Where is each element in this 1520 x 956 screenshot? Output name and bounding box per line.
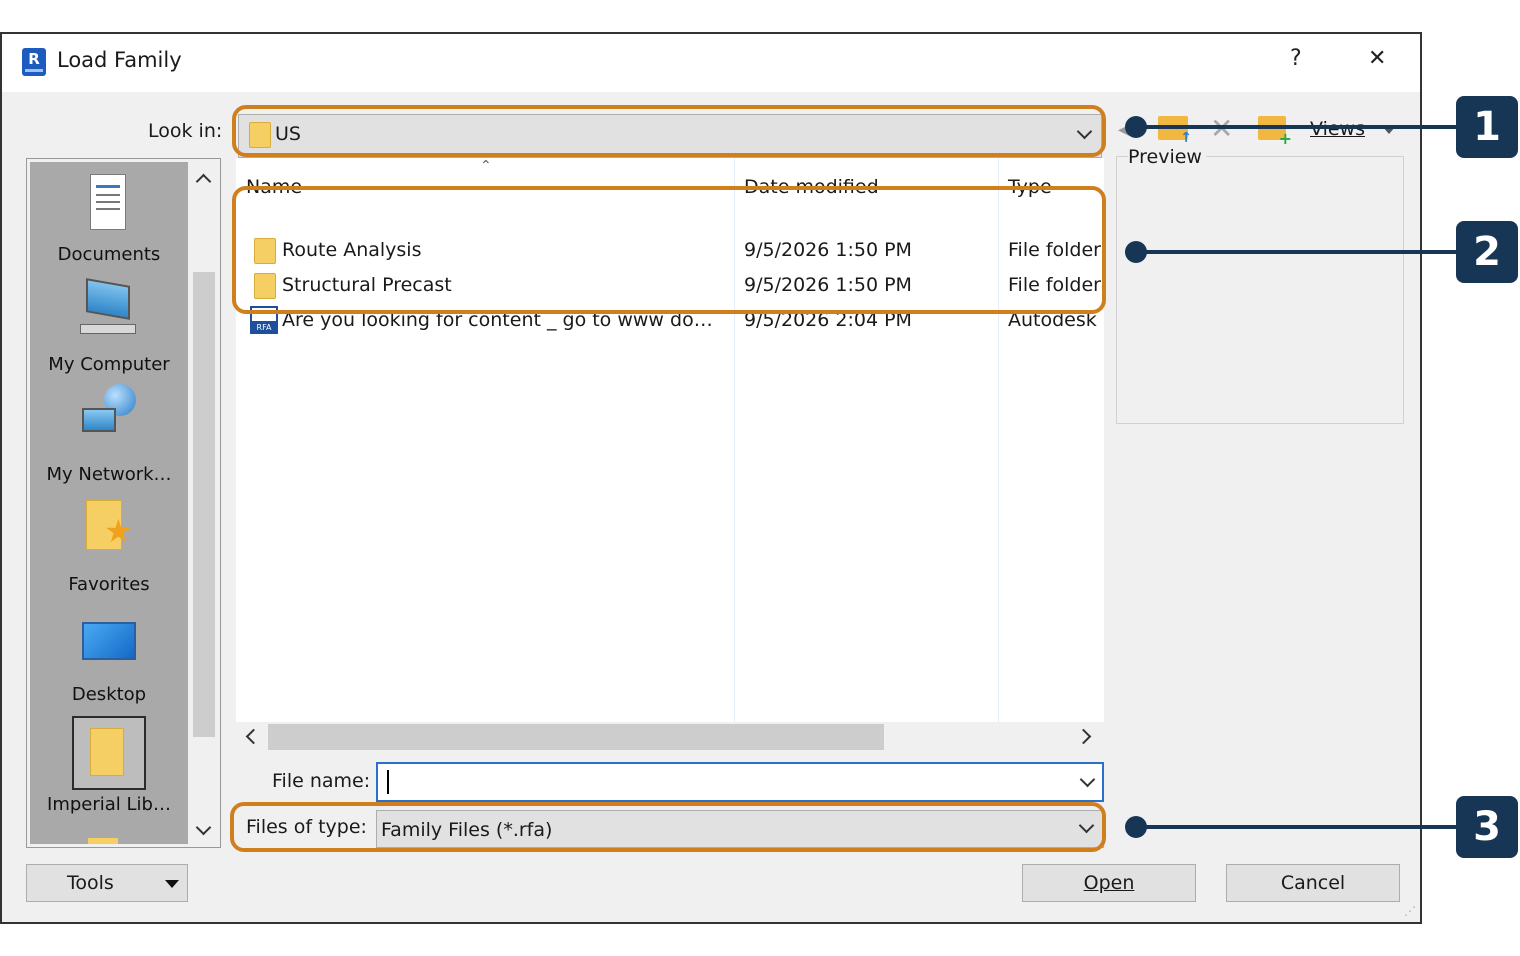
documents-icon — [90, 174, 126, 230]
preview-label: Preview — [1128, 146, 1206, 168]
keyboard-icon — [80, 324, 136, 334]
place-my-computer[interactable]: My Computer — [30, 272, 188, 382]
file-row[interactable]: Route Analysis 9/5/2026 1:50 PM File fol… — [236, 234, 1104, 268]
place-label: Desktop — [71, 684, 147, 705]
cancel-button[interactable]: Cancel — [1226, 864, 1400, 902]
places-scrollbar[interactable] — [189, 162, 217, 844]
views-menu[interactable]: Views — [1310, 118, 1365, 140]
chevron-down-icon[interactable] — [1076, 123, 1093, 140]
help-button[interactable]: ? — [1290, 46, 1302, 71]
callout-line — [1136, 250, 1456, 254]
callout-line — [1136, 825, 1456, 829]
callout-line — [1136, 125, 1456, 129]
resize-grip-icon[interactable]: ⋰ — [1404, 904, 1416, 918]
place-label: Documents — [57, 244, 161, 265]
file-type-cell: File folder — [1008, 274, 1101, 296]
scroll-left-icon[interactable] — [245, 728, 262, 745]
folder-icon — [254, 238, 276, 264]
folder-icon — [90, 728, 124, 776]
sort-indicator-icon: ⌃ — [480, 158, 492, 174]
file-date-cell: 9/5/2026 1:50 PM — [744, 239, 912, 261]
open-button[interactable]: Open — [1022, 864, 1196, 902]
file-name-cell: Structural Precast — [282, 274, 452, 296]
dropdown-arrow-icon — [165, 880, 179, 888]
window-title: Load Family — [57, 48, 182, 72]
place-favorites[interactable]: ★ Favorites — [30, 492, 188, 602]
places-sidebar: Documents My Computer My Network… ★ Favo… — [26, 158, 221, 848]
place-label: My Network… — [46, 464, 172, 485]
title-bar: R Load Family ? ✕ — [2, 34, 1420, 92]
file-type-cell: Autodesk — [1008, 309, 1097, 331]
file-type-cell: File folder — [1008, 239, 1101, 261]
file-type-dropdown[interactable]: Family Files (*.rfa) — [376, 810, 1104, 848]
file-name-cell: Are you looking for content _ go to www … — [282, 309, 713, 331]
look-in-label: Look in: — [148, 120, 223, 142]
file-name-cell: Route Analysis — [282, 239, 422, 261]
file-name-label: File name: — [272, 770, 371, 792]
file-date-cell: 9/5/2026 2:04 PM — [744, 309, 912, 331]
network-monitor-icon — [82, 408, 116, 432]
scroll-thumb[interactable] — [193, 272, 215, 737]
column-header-name[interactable]: Name — [246, 176, 302, 198]
place-documents[interactable]: Documents — [30, 162, 188, 272]
file-type-value: Family Files (*.rfa) — [381, 819, 553, 841]
chevron-down-icon[interactable] — [1079, 771, 1096, 788]
place-my-network[interactable]: My Network… — [30, 382, 188, 492]
scroll-thumb[interactable] — [268, 724, 884, 750]
place-label: My Computer — [48, 354, 170, 375]
column-header-date[interactable]: Date modified — [744, 176, 879, 198]
scroll-down-icon[interactable] — [195, 819, 212, 836]
load-family-dialog: R Load Family ? ✕ Look in: US ◀ ↑ ✕ + Vi… — [0, 32, 1422, 924]
file-name-input[interactable] — [376, 762, 1104, 802]
close-button[interactable]: ✕ — [1368, 46, 1386, 71]
callout-badge-1: 1 — [1456, 96, 1518, 158]
preview-pane — [1116, 156, 1404, 424]
place-label: Favorites — [68, 574, 150, 595]
file-row[interactable]: RFA Are you looking for content _ go to … — [236, 304, 1104, 338]
callout-badge-2: 2 — [1456, 221, 1518, 283]
place-label: Imperial Lib… — [47, 794, 171, 815]
place-imperial-lib[interactable]: Imperial Lib… — [30, 712, 188, 822]
text-cursor — [387, 770, 389, 794]
chevron-down-icon[interactable] — [1078, 817, 1095, 834]
revit-app-icon: R — [22, 48, 46, 76]
column-header-type[interactable]: Type — [1008, 176, 1052, 198]
tools-button-label: Tools — [67, 872, 114, 894]
star-icon: ★ — [104, 512, 133, 550]
scroll-up-icon[interactable] — [195, 173, 212, 190]
file-type-label: Files of type: — [246, 816, 367, 838]
rfa-file-icon: RFA — [250, 306, 278, 334]
file-list: ⌃ Name Date modified Type Route Analysis… — [236, 158, 1104, 722]
horizontal-scrollbar[interactable] — [236, 722, 1104, 752]
scroll-right-icon[interactable] — [1075, 728, 1092, 745]
folder-icon — [249, 122, 271, 148]
folder-icon — [254, 273, 276, 299]
file-date-cell: 9/5/2026 1:50 PM — [744, 274, 912, 296]
next-place-peek — [88, 838, 118, 844]
place-desktop[interactable]: Desktop — [30, 602, 188, 712]
callout-badge-3: 3 — [1456, 796, 1518, 858]
computer-icon — [86, 278, 130, 320]
look-in-dropdown[interactable]: US — [238, 114, 1102, 158]
file-row[interactable]: Structural Precast 9/5/2026 1:50 PM File… — [236, 269, 1104, 303]
desktop-icon — [82, 622, 136, 660]
tools-button[interactable]: Tools — [26, 864, 188, 902]
look-in-value: US — [275, 123, 301, 145]
